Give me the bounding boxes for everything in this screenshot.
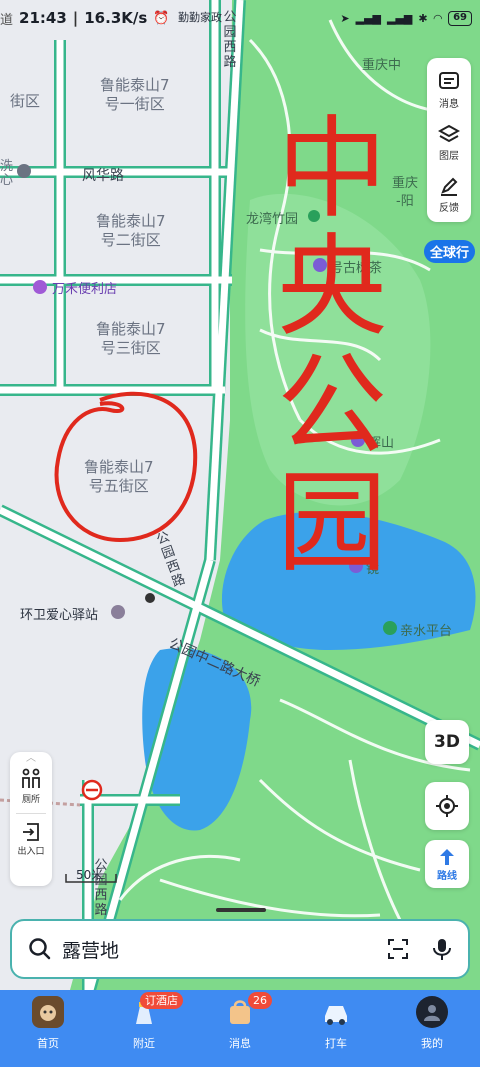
poi-qinshui[interactable]: 亲水平台 bbox=[400, 620, 452, 639]
chevron-up-icon[interactable]: ︿ bbox=[26, 752, 36, 766]
profile-icon bbox=[416, 996, 448, 1028]
nav-message-label: 消息 bbox=[229, 1037, 251, 1050]
search-input[interactable]: 露营地 bbox=[62, 936, 386, 963]
microphone-icon[interactable] bbox=[432, 937, 452, 961]
sheet-handle[interactable] bbox=[216, 908, 266, 912]
map-graphics bbox=[0, 0, 480, 990]
button-3d[interactable]: 3D bbox=[425, 720, 469, 764]
search-icon bbox=[29, 938, 51, 960]
message-icon bbox=[439, 71, 459, 89]
signal2-icon: ▂▄▆ bbox=[387, 11, 413, 25]
facility-panel: ︿ 厕所 出入口 bbox=[10, 752, 52, 886]
poi-huanwei[interactable]: 环卫爱心驿站 bbox=[20, 604, 98, 623]
facility-entrance-label: 出入口 bbox=[17, 847, 45, 857]
alarm-icon: ⏰ bbox=[153, 10, 170, 26]
bottom-nav: 首页 订酒店 附近 26 消息 打车 我的 bbox=[0, 990, 480, 1067]
scale-label: 50米 bbox=[76, 868, 104, 882]
scan-icon[interactable] bbox=[386, 937, 410, 961]
tool-layers[interactable]: 图层 bbox=[427, 116, 471, 168]
nav-profile[interactable]: 我的 bbox=[384, 990, 480, 1067]
route-arrow-icon bbox=[440, 848, 454, 865]
route-button[interactable]: 路线 bbox=[425, 840, 469, 888]
nav-message-badge: 26 bbox=[248, 992, 272, 1009]
locate-icon bbox=[436, 795, 458, 817]
tool-feedback-label: 反馈 bbox=[439, 202, 459, 214]
wifi-icon: ◠ bbox=[433, 11, 443, 25]
nav-profile-label: 我的 bbox=[421, 1037, 443, 1050]
qinshui-pin[interactable] bbox=[383, 621, 397, 635]
block-1-label[interactable]: 鲁能泰山7 号一街区 bbox=[100, 76, 170, 114]
nav-home-label: 首页 bbox=[37, 1037, 59, 1050]
nav-message[interactable]: 26 消息 bbox=[192, 990, 288, 1067]
feedback-icon bbox=[441, 177, 458, 196]
status-bar: 道 21:43 | 16.3K/s ⏰ ➤ ▂▄▆ ▂▄▆ ✱ ◠ 69 bbox=[0, 0, 480, 36]
taxi-icon bbox=[320, 996, 352, 1028]
battery-icon: 69 bbox=[448, 10, 472, 26]
poi-wash[interactable]: 洗心 bbox=[0, 160, 13, 188]
home-avatar-icon bbox=[32, 996, 64, 1028]
location-icon: ➤ bbox=[340, 11, 350, 25]
poi-wanhe[interactable]: 万禾便利店 bbox=[52, 278, 117, 297]
block-2-label[interactable]: 鲁能泰山7 号二街区 bbox=[96, 212, 166, 250]
route-label: 路线 bbox=[437, 870, 457, 882]
locate-button[interactable] bbox=[425, 782, 469, 830]
handwriting-text: 中央公园 bbox=[277, 105, 387, 587]
nav-home[interactable]: 首页 bbox=[0, 990, 96, 1067]
facility-entrance[interactable]: 出入口 bbox=[17, 822, 45, 857]
poi-xiaoqu-left-mid1: 街区 bbox=[10, 92, 41, 110]
huanwei-pin[interactable] bbox=[111, 605, 125, 619]
quanqiuxing-badge[interactable]: 全球行 bbox=[424, 240, 476, 263]
status-time: 21:43 bbox=[19, 9, 67, 27]
block-3-label[interactable]: 鲁能泰山7 号三街区 bbox=[96, 320, 166, 358]
road-fenghua: 风华路 bbox=[82, 168, 124, 184]
nav-nearby-badge: 订酒店 bbox=[140, 992, 183, 1009]
toilet-icon bbox=[22, 768, 40, 788]
car-marker bbox=[145, 593, 155, 603]
entrance-icon bbox=[22, 823, 39, 841]
tool-feedback[interactable]: 反馈 bbox=[427, 168, 471, 220]
status-fragment: 道 bbox=[0, 12, 14, 28]
wanhe-pin[interactable] bbox=[33, 280, 47, 294]
tool-layers-label: 图层 bbox=[439, 150, 459, 162]
tool-message-label: 消息 bbox=[439, 98, 459, 110]
bluetooth-icon: ✱ bbox=[418, 11, 428, 25]
signal-icon: ▂▄▆ bbox=[355, 11, 381, 25]
wash-pin[interactable] bbox=[17, 164, 31, 178]
poi-chongqing-1[interactable]: 重庆中 bbox=[362, 54, 401, 73]
map-tools-panel: 消息 图层 反馈 bbox=[427, 58, 471, 222]
nav-nearby[interactable]: 订酒店 附近 bbox=[96, 990, 192, 1067]
nav-taxi[interactable]: 打车 bbox=[288, 990, 384, 1067]
status-net-speed: 16.3K/s bbox=[84, 9, 148, 27]
search-bar[interactable]: 露营地 bbox=[10, 919, 470, 979]
tool-message[interactable]: 消息 bbox=[427, 64, 471, 116]
block-5-label[interactable]: 鲁能泰山7 号五街区 bbox=[84, 458, 154, 496]
map-canvas[interactable]: 鲁能泰山7 号一街区 鲁能泰山7 号二街区 鲁能泰山7 号三街区 鲁能泰山7 号五街区 … bbox=[0, 0, 480, 990]
nav-nearby-label: 附近 bbox=[133, 1037, 155, 1050]
facility-toilet[interactable]: 厕所 bbox=[20, 768, 42, 805]
facility-toilet-label: 厕所 bbox=[21, 795, 40, 805]
layers-icon bbox=[438, 124, 460, 142]
nav-taxi-label: 打车 bbox=[325, 1037, 347, 1050]
